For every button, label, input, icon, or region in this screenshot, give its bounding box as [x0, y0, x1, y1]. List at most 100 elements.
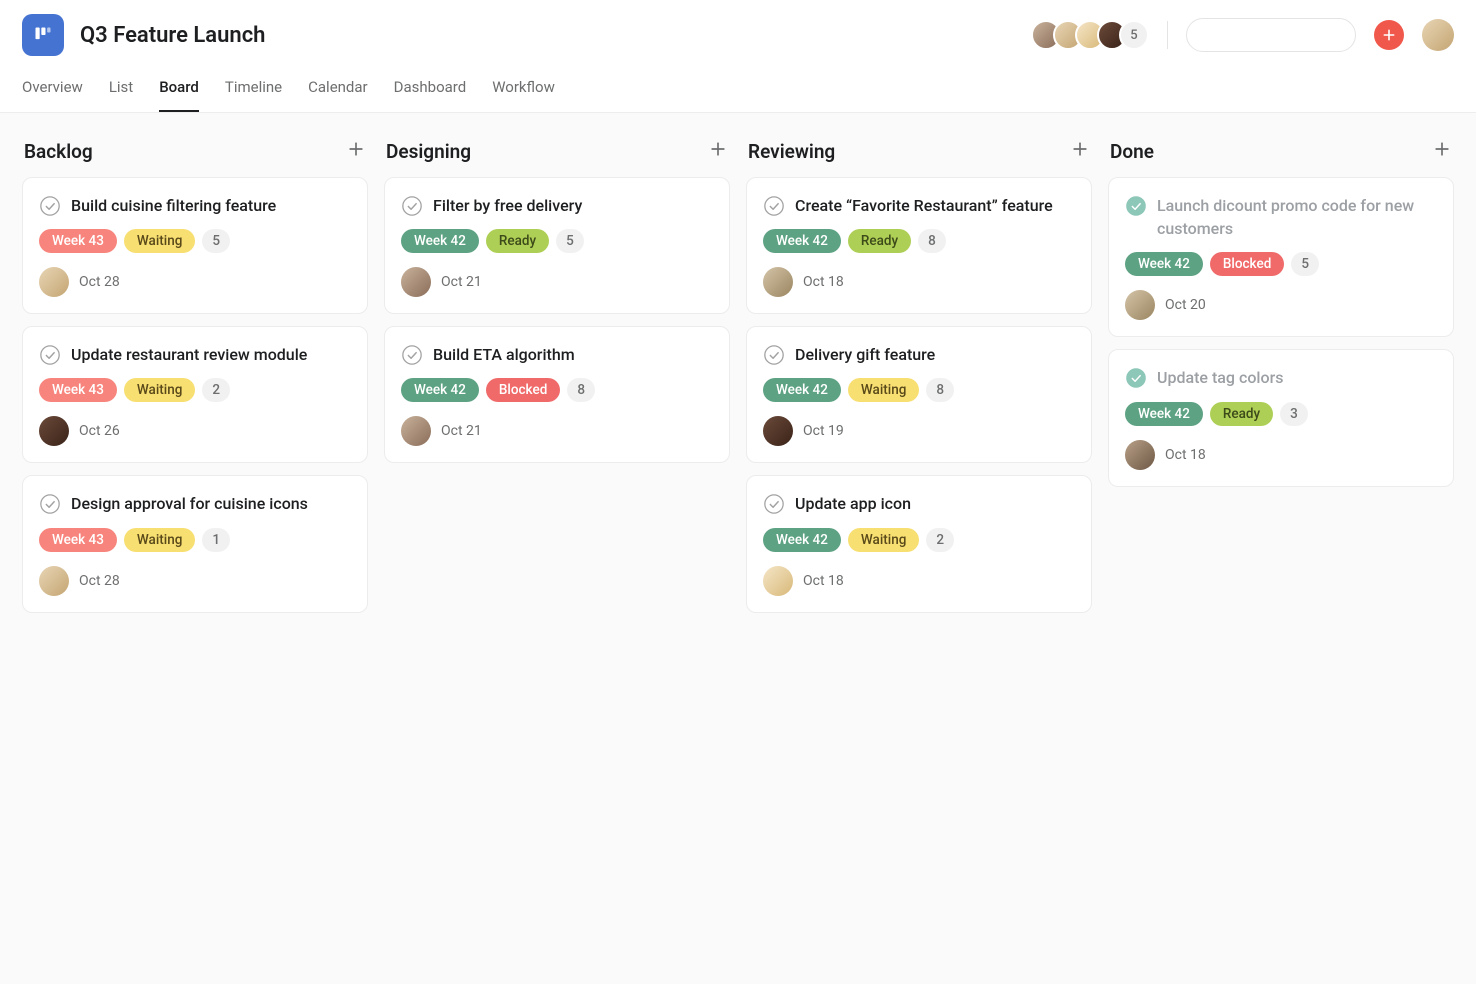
story-points: 5 — [556, 229, 584, 253]
column-header: Done — [1108, 133, 1454, 177]
column-add-button[interactable] — [1070, 139, 1090, 163]
tag[interactable]: Week 42 — [1125, 252, 1203, 276]
due-date: Oct 18 — [1165, 447, 1206, 463]
task-card[interactable]: Filter by free deliveryWeek 42Ready5Oct … — [384, 177, 730, 314]
member-overflow-count[interactable]: 5 — [1119, 20, 1149, 50]
tag[interactable]: Ready — [848, 229, 911, 253]
header-top-row: Q3 Feature Launch 5 — [22, 14, 1454, 56]
tag[interactable]: Blocked — [486, 378, 560, 402]
column-title[interactable]: Done — [1110, 140, 1154, 163]
assignee-avatar[interactable] — [1125, 290, 1155, 320]
task-card[interactable]: Create “Favorite Restaurant” featureWeek… — [746, 177, 1092, 314]
current-user-avatar[interactable] — [1422, 19, 1454, 51]
member-avatar-stack[interactable]: 5 — [1031, 20, 1149, 50]
tag-row: Week 42 Blocked 5 — [1125, 252, 1437, 276]
divider — [1167, 21, 1168, 49]
card-title-row: Update restaurant review module — [39, 343, 351, 366]
assignee-avatar[interactable] — [763, 267, 793, 297]
project-icon[interactable] — [22, 14, 64, 56]
assignee-avatar[interactable] — [401, 267, 431, 297]
complete-check-icon[interactable] — [39, 344, 61, 366]
tag[interactable]: Week 42 — [763, 229, 841, 253]
tag[interactable]: Blocked — [1210, 252, 1284, 276]
tag[interactable]: Ready — [1210, 402, 1273, 426]
tag[interactable]: Waiting — [848, 528, 920, 552]
complete-check-icon[interactable] — [401, 195, 423, 217]
column-title[interactable]: Reviewing — [748, 140, 835, 163]
card-title: Design approval for cuisine icons — [71, 492, 308, 515]
column-add-button[interactable] — [708, 139, 728, 163]
tab-overview[interactable]: Overview — [22, 70, 83, 112]
task-card[interactable]: Delivery gift featureWeek 42Waiting8Oct … — [746, 326, 1092, 463]
complete-check-icon[interactable] — [763, 344, 785, 366]
complete-check-icon[interactable] — [39, 195, 61, 217]
nav-tabs: Overview List Board Timeline Calendar Dashboa… — [22, 70, 1454, 112]
tag[interactable]: Week 42 — [1125, 402, 1203, 426]
plus-icon — [346, 139, 366, 159]
tag[interactable]: Waiting — [848, 378, 920, 402]
tag[interactable]: Week 42 — [763, 528, 841, 552]
tag[interactable]: Week 43 — [39, 229, 117, 253]
column: Done Launch dicount promo code for new cu… — [1108, 133, 1454, 625]
column-header: Designing — [384, 133, 730, 177]
card-title-row: Update tag colors — [1125, 366, 1437, 389]
tag[interactable]: Week 42 — [401, 229, 479, 253]
task-card[interactable]: Build ETA algorithmWeek 42Blocked8Oct 21 — [384, 326, 730, 463]
card-footer: Oct 28 — [39, 267, 351, 297]
tab-workflow[interactable]: Workflow — [492, 70, 555, 112]
column-add-button[interactable] — [346, 139, 366, 163]
due-date: Oct 28 — [79, 573, 120, 589]
tab-board[interactable]: Board — [159, 70, 199, 112]
assignee-avatar[interactable] — [39, 267, 69, 297]
search-input[interactable] — [1207, 27, 1388, 43]
tag[interactable]: Waiting — [124, 378, 196, 402]
task-card[interactable]: Update tag colors Week 42 Ready 3 Oct 18 — [1108, 349, 1454, 486]
due-date: Oct 18 — [803, 573, 844, 589]
project-title[interactable]: Q3 Feature Launch — [80, 23, 265, 48]
tag[interactable]: Week 43 — [39, 528, 117, 552]
assignee-avatar[interactable] — [1125, 440, 1155, 470]
tag[interactable]: Waiting — [124, 528, 196, 552]
complete-check-icon[interactable] — [1125, 195, 1147, 217]
assignee-avatar[interactable] — [39, 416, 69, 446]
tag-row: Week 42Waiting8 — [763, 378, 1075, 402]
assignee-avatar[interactable] — [763, 416, 793, 446]
assignee-avatar[interactable] — [401, 416, 431, 446]
story-points: 3 — [1280, 402, 1308, 426]
search-box[interactable] — [1186, 18, 1356, 52]
tag[interactable]: Week 42 — [401, 378, 479, 402]
card-title-row: Launch dicount promo code for new custom… — [1125, 194, 1437, 240]
card-title: Filter by free delivery — [433, 194, 582, 217]
tag[interactable]: Ready — [486, 229, 549, 253]
tag[interactable]: Week 42 — [763, 378, 841, 402]
complete-check-icon[interactable] — [1125, 367, 1147, 389]
tab-calendar[interactable]: Calendar — [308, 70, 368, 112]
task-card[interactable]: Update app iconWeek 42Waiting2Oct 18 — [746, 475, 1092, 612]
task-card[interactable]: Build cuisine filtering featureWeek 43Wa… — [22, 177, 368, 314]
plus-icon — [1070, 139, 1090, 159]
complete-check-icon[interactable] — [39, 493, 61, 515]
column-title[interactable]: Designing — [386, 140, 471, 163]
column-title[interactable]: Backlog — [24, 140, 93, 163]
tab-timeline[interactable]: Timeline — [225, 70, 282, 112]
due-date: Oct 18 — [803, 274, 844, 290]
assignee-avatar[interactable] — [39, 566, 69, 596]
story-points: 5 — [1291, 252, 1319, 276]
complete-check-icon[interactable] — [763, 195, 785, 217]
tab-list[interactable]: List — [109, 70, 133, 112]
task-card[interactable]: Launch dicount promo code for new custom… — [1108, 177, 1454, 337]
tag[interactable]: Waiting — [124, 229, 196, 253]
global-add-button[interactable] — [1374, 20, 1404, 50]
assignee-avatar[interactable] — [763, 566, 793, 596]
tab-dashboard[interactable]: Dashboard — [394, 70, 467, 112]
tag-row: Week 43Waiting5 — [39, 229, 351, 253]
due-date: Oct 21 — [441, 423, 482, 439]
complete-check-icon[interactable] — [763, 493, 785, 515]
tag[interactable]: Week 43 — [39, 378, 117, 402]
task-card[interactable]: Update restaurant review module Week 43 Wa… — [22, 326, 368, 463]
complete-check-icon[interactable] — [401, 344, 423, 366]
column-header: Reviewing — [746, 133, 1092, 177]
column-add-button[interactable] — [1432, 139, 1452, 163]
task-card[interactable]: Design approval for cuisine icons Week 43… — [22, 475, 368, 612]
tag-row: Week 42Blocked8 — [401, 378, 713, 402]
